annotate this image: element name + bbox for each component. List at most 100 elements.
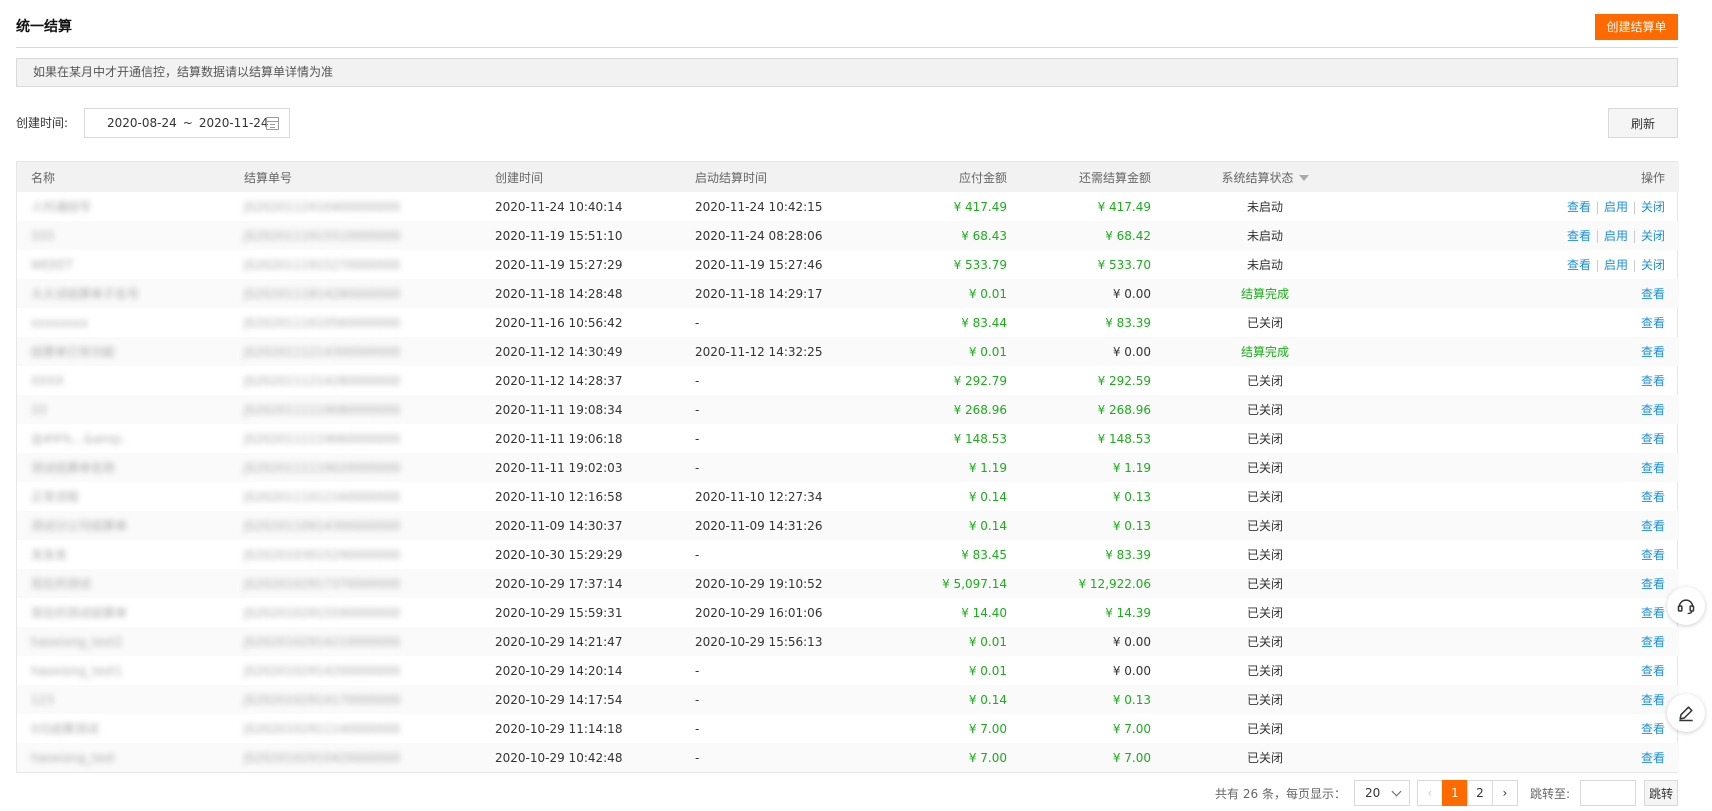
view-link[interactable]: 查看 [1641,693,1665,707]
cell-order-no: JS2020111915270000000 [244,257,401,272]
cell-payable: ¥ 292.79 [953,373,1007,388]
cell-status: 结算完成 [1240,345,1289,359]
refresh-button[interactable]: 刷新 [1608,108,1678,138]
view-link[interactable]: 查看 [1641,461,1665,475]
view-link[interactable]: 查看 [1641,664,1665,678]
date-range-picker[interactable]: 2020-08-24 ~ 2020-11-24 [84,108,290,138]
table-row: 测试分公司结算单 JS2020110914300000000 2020-11-09 … [17,511,1679,540]
view-link[interactable]: 查看 [1641,432,1665,446]
cell-payable: ¥ 148.53 [953,431,1007,446]
cell-created-time: 2020-11-11 19:06:18 [495,431,623,446]
cell-ops: 查看 [1365,482,1679,511]
table-row: haoxiong_test2 JS2020102914210000000 2020-… [17,627,1679,656]
cell-payable: ¥ 0.01 [968,634,1007,649]
cell-status: 已关闭 [1246,664,1283,678]
enable-link[interactable]: 启用 [1604,229,1628,243]
edit-float-button[interactable] [1667,694,1705,732]
view-link[interactable]: 查看 [1641,490,1665,504]
cell-payable: ¥ 7.00 [968,750,1007,765]
cell-order-no: JS2020111012160000000 [244,489,401,504]
cell-created-time: 2020-10-29 17:37:14 [495,576,623,591]
page-1-button[interactable]: 1 [1441,780,1468,806]
cell-start-time: 2020-11-18 14:29:17 [695,286,823,301]
cell-status: 已关闭 [1246,316,1283,330]
view-link[interactable]: 查看 [1641,635,1665,649]
cell-status: 已关闭 [1246,635,1283,649]
next-page-button[interactable]: › [1491,780,1518,806]
cell-payable: ¥ 0.01 [968,286,1007,301]
view-link[interactable]: 查看 [1567,258,1591,272]
cell-name: XXXX [31,373,64,388]
enable-link[interactable]: 启用 [1604,258,1628,272]
cell-ops: 查看 [1365,424,1679,453]
cell-name: 测试分公司结算单 [31,519,128,533]
close-link[interactable]: 关闭 [1641,200,1665,214]
cell-name: 现在的测试 [31,577,92,591]
table-row: xxxxxxxx JS2020111610560000000 2020-11-16 … [17,308,1679,337]
ops-divider [1596,201,1598,214]
prev-page-button[interactable]: ‹ [1416,780,1443,806]
cell-status: 已关闭 [1246,577,1283,591]
cell-ops: 查看 [1365,627,1679,656]
cell-order-no: JS2020111214300000000 [244,344,401,359]
view-link[interactable]: 查看 [1641,374,1665,388]
cell-start-time: - [695,402,700,417]
cell-order-no: JS2020102911140000000 [244,721,401,736]
view-link[interactable]: 查看 [1641,751,1665,765]
create-settlement-button[interactable]: 创建结算单 [1595,14,1678,40]
view-link[interactable]: 查看 [1641,722,1665,736]
view-link[interactable]: 查看 [1641,316,1665,330]
cell-start-time: - [695,431,700,446]
page-size-select[interactable]: 20 [1353,780,1410,806]
cell-remaining: ¥ 0.13 [1112,692,1151,707]
pagination: 共有 26 条，每页显示： 20 ‹ 1 2 › 跳转至: 跳转 [1215,780,1678,806]
page-2-button[interactable]: 2 [1466,780,1493,806]
cell-status: 已关闭 [1246,490,1283,504]
table-row: 发发发 JS2020103015290000000 2020-10-30 15:29… [17,540,1679,569]
view-link[interactable]: 查看 [1641,403,1665,417]
view-link[interactable]: 查看 [1641,606,1665,620]
cell-created-time: 2020-11-12 14:30:49 [495,344,623,359]
table-body: 人时通结号 JS2020112410400000000 2020-11-24 10:… [17,192,1679,772]
cell-status: 已关闭 [1246,403,1283,417]
cell-ops: 查看 [1365,279,1679,308]
table-row: 123 JS2020102914170000000 2020-10-29 14:17… [17,685,1679,714]
view-link[interactable]: 查看 [1567,229,1591,243]
cell-remaining: ¥ 268.96 [1097,402,1151,417]
cell-remaining: ¥ 533.70 [1097,257,1151,272]
cell-status: 未启动 [1246,258,1283,272]
cell-start-time: 2020-11-19 15:27:46 [695,257,823,272]
jump-button[interactable]: 跳转 [1644,780,1678,806]
close-link[interactable]: 关闭 [1641,229,1665,243]
cell-order-no: JS2020102914170000000 [244,692,401,707]
view-link[interactable]: 查看 [1567,200,1591,214]
cell-created-time: 2020-10-29 14:20:14 [495,663,623,678]
cell-start-time: 2020-11-24 10:42:15 [695,199,823,214]
filter-icon[interactable] [1298,175,1309,181]
settlement-page: 统一结算 创建结算单 如果在某月中才开通信控，结算数据请以结算单详情为准 创建时… [0,0,1712,811]
close-link[interactable]: 关闭 [1641,258,1665,272]
cell-ops: 查看 [1365,366,1679,395]
jump-page-input[interactable] [1580,780,1636,806]
view-link[interactable]: 查看 [1641,345,1665,359]
calendar-icon[interactable] [266,117,279,130]
view-link[interactable]: 查看 [1641,519,1665,533]
col-remaining: 还需结算金额 [1078,170,1151,185]
col-status[interactable]: 系统结算状态 [1165,162,1365,192]
cell-remaining: ¥ 12,922.06 [1078,576,1151,591]
view-link[interactable]: 查看 [1641,577,1665,591]
cell-name: WEEET [31,257,73,272]
cell-name: 现在的测试结算单 [31,606,128,620]
view-link[interactable]: 查看 [1641,548,1665,562]
cell-status: 未启动 [1246,200,1283,214]
col-start-time: 启动结算时间 [695,170,768,185]
cell-remaining: ¥ 417.49 [1097,199,1151,214]
cell-start-time: - [695,721,700,736]
cell-remaining: ¥ 0.13 [1112,518,1151,533]
date-separator: ~ [182,116,193,130]
view-link[interactable]: 查看 [1641,287,1665,301]
cell-created-time: 2020-10-29 14:17:54 [495,692,623,707]
cell-created-time: 2020-10-30 15:29:29 [495,547,623,562]
enable-link[interactable]: 启用 [1604,200,1628,214]
support-float-button[interactable] [1667,587,1705,625]
